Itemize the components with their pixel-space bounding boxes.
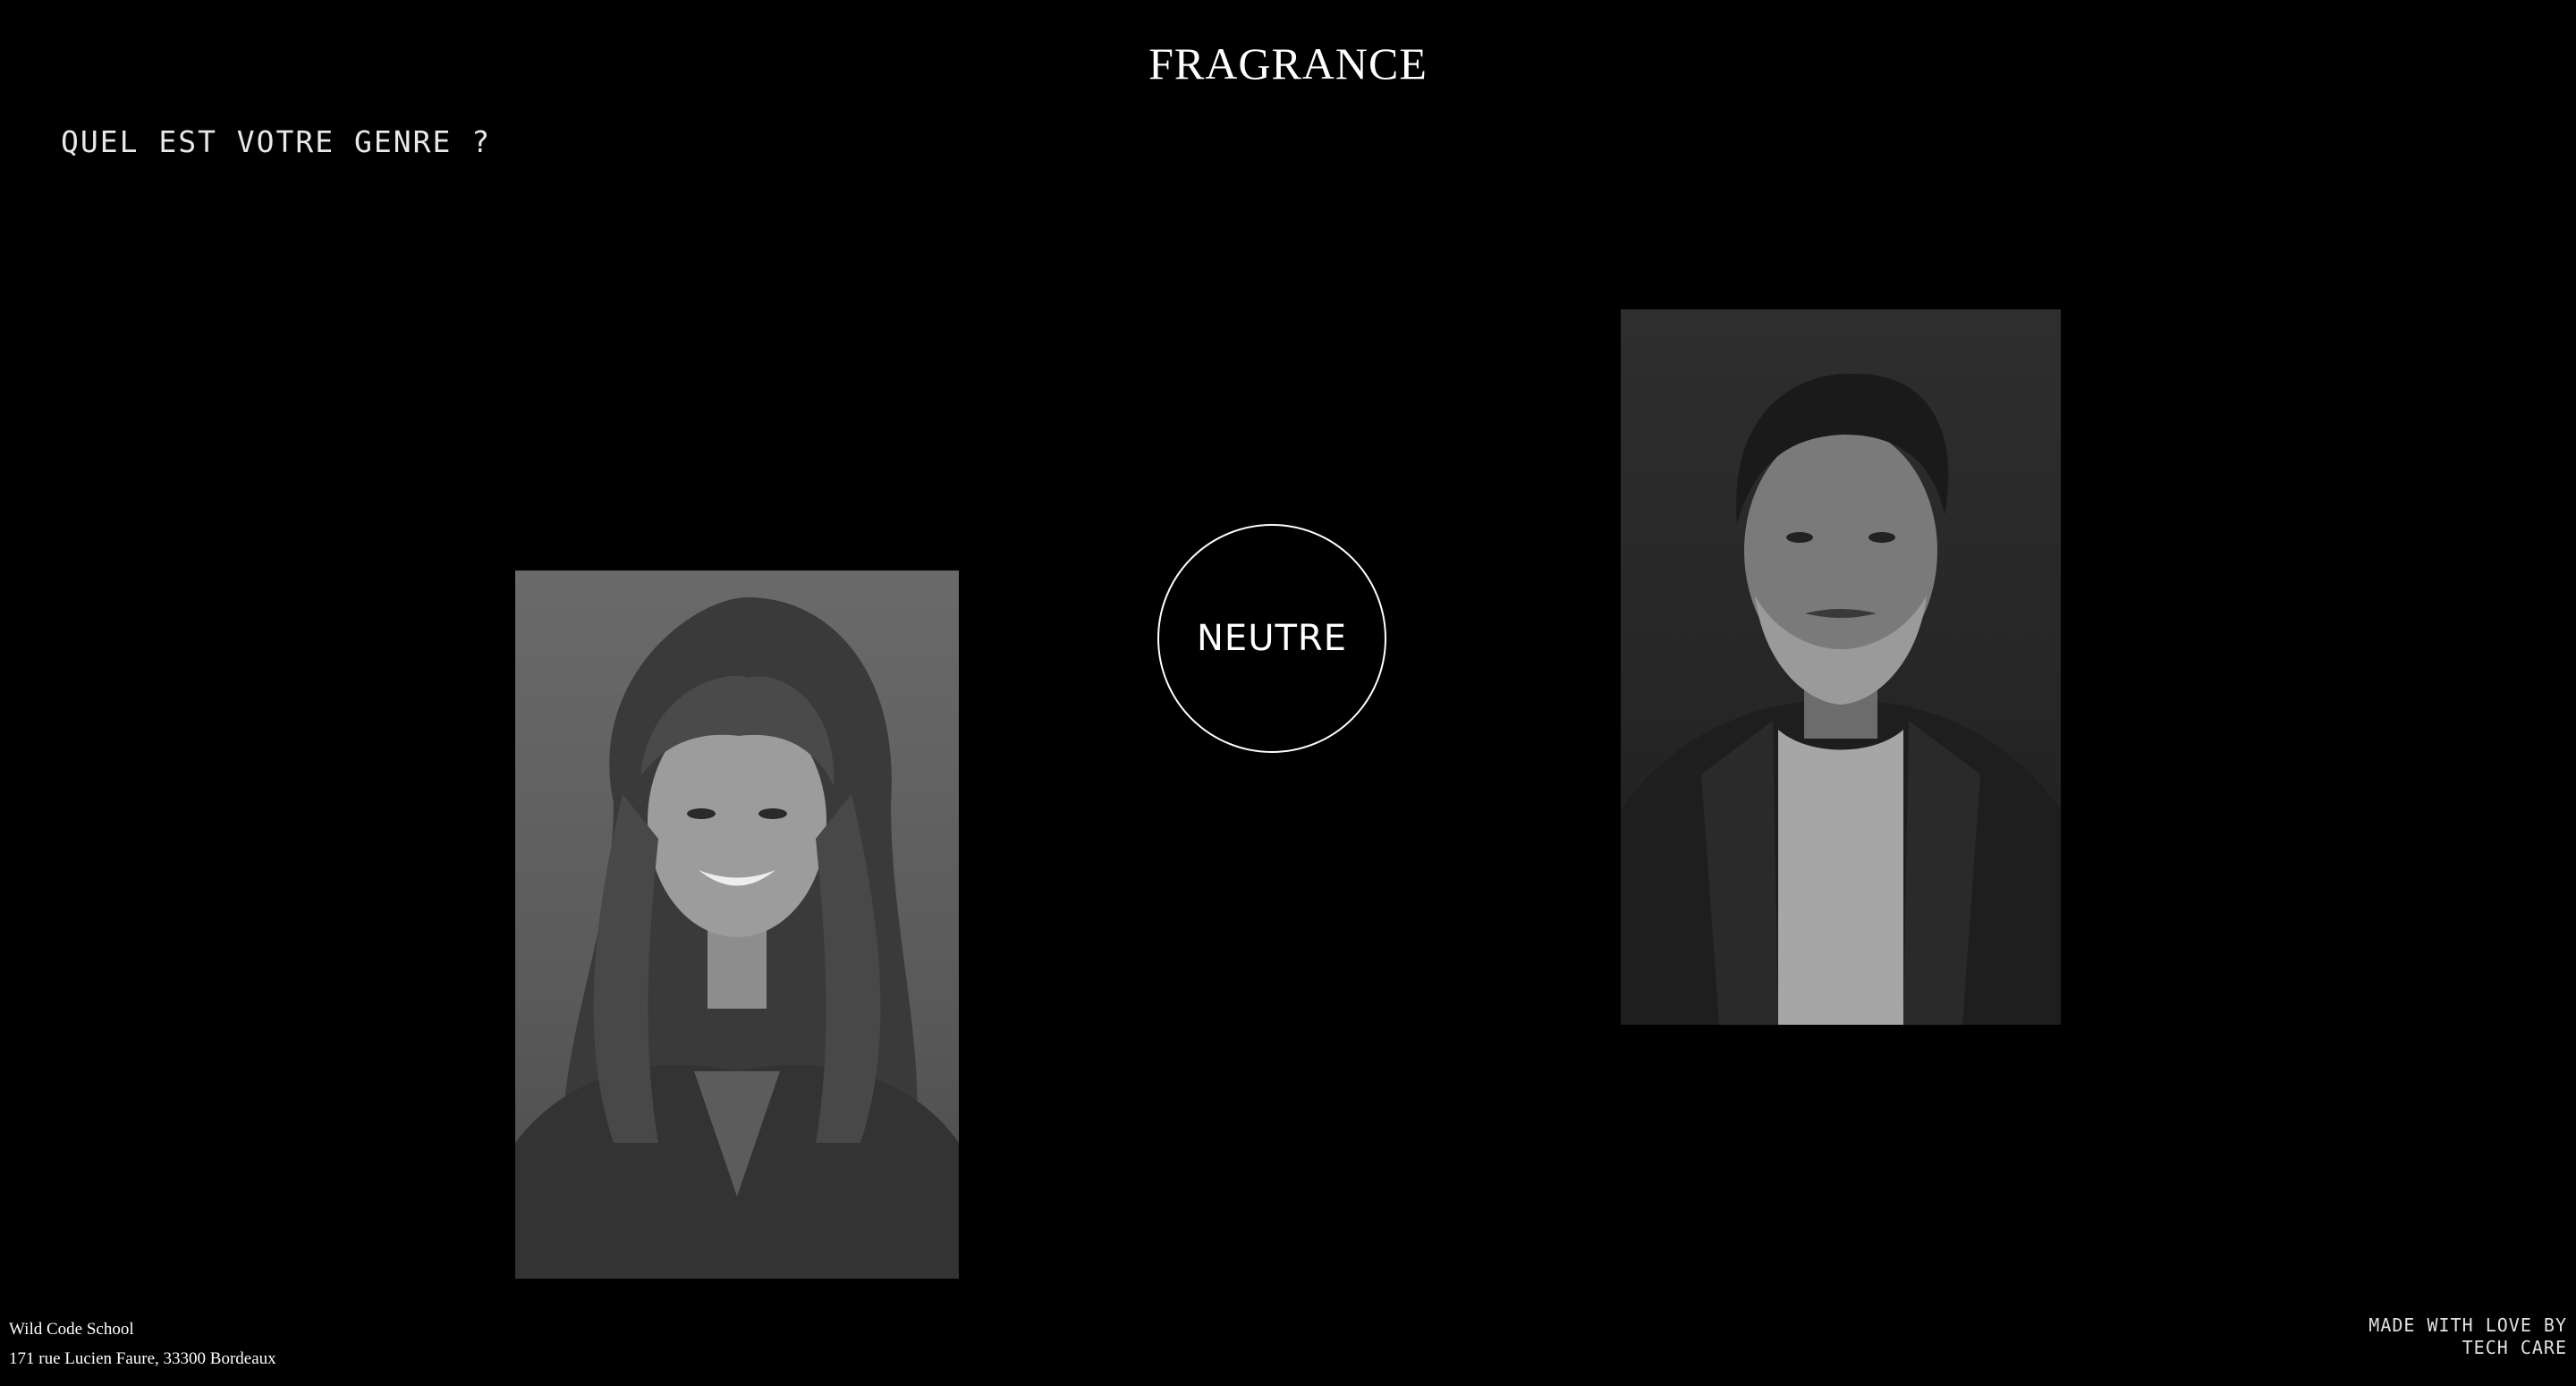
question-title: QUEL EST VOTRE GENRE ? <box>61 124 492 159</box>
woman-portrait-option[interactable] <box>515 570 959 1279</box>
footer-credit-line1: MADE WITH LOVE BY <box>2368 1314 2567 1336</box>
brand-logo[interactable]: FRAGRANCE <box>0 41 2576 86</box>
woman-portrait-image <box>515 597 959 1279</box>
man-portrait-option[interactable] <box>1621 309 2061 1025</box>
footer-credit-line2: TECH CARE <box>2462 1337 2567 1358</box>
footer-address: 171 rue Lucien Faure, 33300 Bordeaux <box>9 1349 276 1368</box>
footer-school-name: Wild Code School <box>9 1320 134 1339</box>
footer-address-block: Wild Code School 171 rue Lucien Faure, 3… <box>9 1314 276 1373</box>
neutral-option-button[interactable]: NEUTRE <box>1157 524 1386 753</box>
footer-credit-block: MADE WITH LOVE BY TECH CARE <box>2368 1314 2567 1359</box>
man-portrait-image <box>1621 373 2061 1025</box>
